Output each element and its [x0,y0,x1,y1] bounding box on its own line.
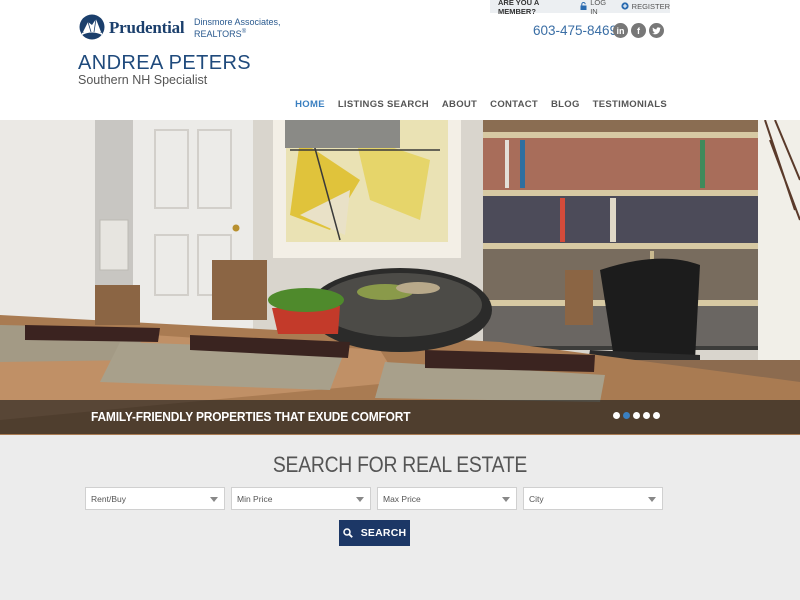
search-button-label: SEARCH [360,527,407,539]
max-price-label: Max Price [383,494,421,504]
rent-buy-label: Rent/Buy [91,494,126,504]
min-price-select[interactable]: Min Price [231,487,371,510]
brand-logo[interactable]: Prudential Dinsmore Associates, REALTORS… [79,14,281,42]
hero-caption: FAMILY-FRIENDLY PROPERTIES THAT EXUDE CO… [91,409,411,424]
slide-dot-2[interactable] [623,412,630,419]
hero-slider[interactable]: FAMILY-FRIENDLY PROPERTIES THAT EXUDE CO… [0,120,800,435]
max-price-select[interactable]: Max Price [377,487,517,510]
facebook-icon[interactable]: f [631,23,646,38]
slide-dot-1[interactable] [613,412,620,419]
hero-dining-room-image [0,120,800,435]
slide-indicators [613,412,660,419]
registered-mark: ® [241,28,247,35]
city-label: City [529,494,544,504]
brand-name: Prudential [109,18,185,37]
register-icon [621,1,629,12]
nav-item-contact[interactable]: CONTACT [490,99,538,110]
nav-item-about[interactable]: ABOUT [442,99,477,110]
affiliate-line-1: Dinsmore Associates, [194,17,281,27]
city-select[interactable]: City [523,487,663,510]
chevron-down-icon [502,497,510,502]
affiliate-name: Dinsmore Associates, REALTORS® [194,17,281,39]
chevron-down-icon [648,497,656,502]
min-price-label: Min Price [237,494,273,504]
nav-item-home[interactable]: HOME [295,99,325,110]
linkedin-icon[interactable]: in [613,23,628,38]
main-nav: HOME LISTINGS SEARCH ABOUT CONTACT BLOG … [295,99,667,110]
chevron-down-icon [356,497,364,502]
rent-buy-select[interactable]: Rent/Buy [85,487,225,510]
register-label: REGISTER [631,2,670,11]
search-icon [342,528,353,538]
agent-name: ANDREA PETERS [78,52,252,74]
register-link[interactable]: REGISTER [621,1,670,12]
phone-number[interactable]: 603-475-8469 [533,23,617,38]
slide-dot-5[interactable] [653,412,660,419]
chevron-down-icon [210,497,218,502]
agent-tagline: Southern NH Specialist [78,73,208,87]
slide-dot-4[interactable] [643,412,650,419]
member-question: ARE YOU A MEMBER? [498,0,539,16]
hero-caption-bar: FAMILY-FRIENDLY PROPERTIES THAT EXUDE CO… [0,400,800,434]
nav-item-blog[interactable]: BLOG [551,99,580,110]
search-button[interactable]: SEARCH [339,520,410,546]
search-title: SEARCH FOR REAL ESTATE [272,452,528,477]
login-link[interactable]: LOG IN [580,0,612,16]
slide-dot-3[interactable] [633,412,640,419]
member-bar: ARE YOU A MEMBER? LOG IN REGISTER [490,0,670,16]
affiliate-line-2: REALTORS [194,28,242,39]
lock-icon [580,1,587,12]
nav-item-testimonials[interactable]: TESTIMONIALS [593,99,667,110]
twitter-icon[interactable] [649,23,664,38]
site-header: Prudential Dinsmore Associates, REALTORS… [0,0,800,120]
login-label: LOG IN [590,0,607,16]
rock-logo-icon [79,14,105,40]
search-section: SEARCH FOR REAL ESTATE Rent/Buy Min Pric… [0,435,800,600]
nav-item-listings-search[interactable]: LISTINGS SEARCH [338,99,429,110]
page: Prudential Dinsmore Associates, REALTORS… [0,0,800,600]
